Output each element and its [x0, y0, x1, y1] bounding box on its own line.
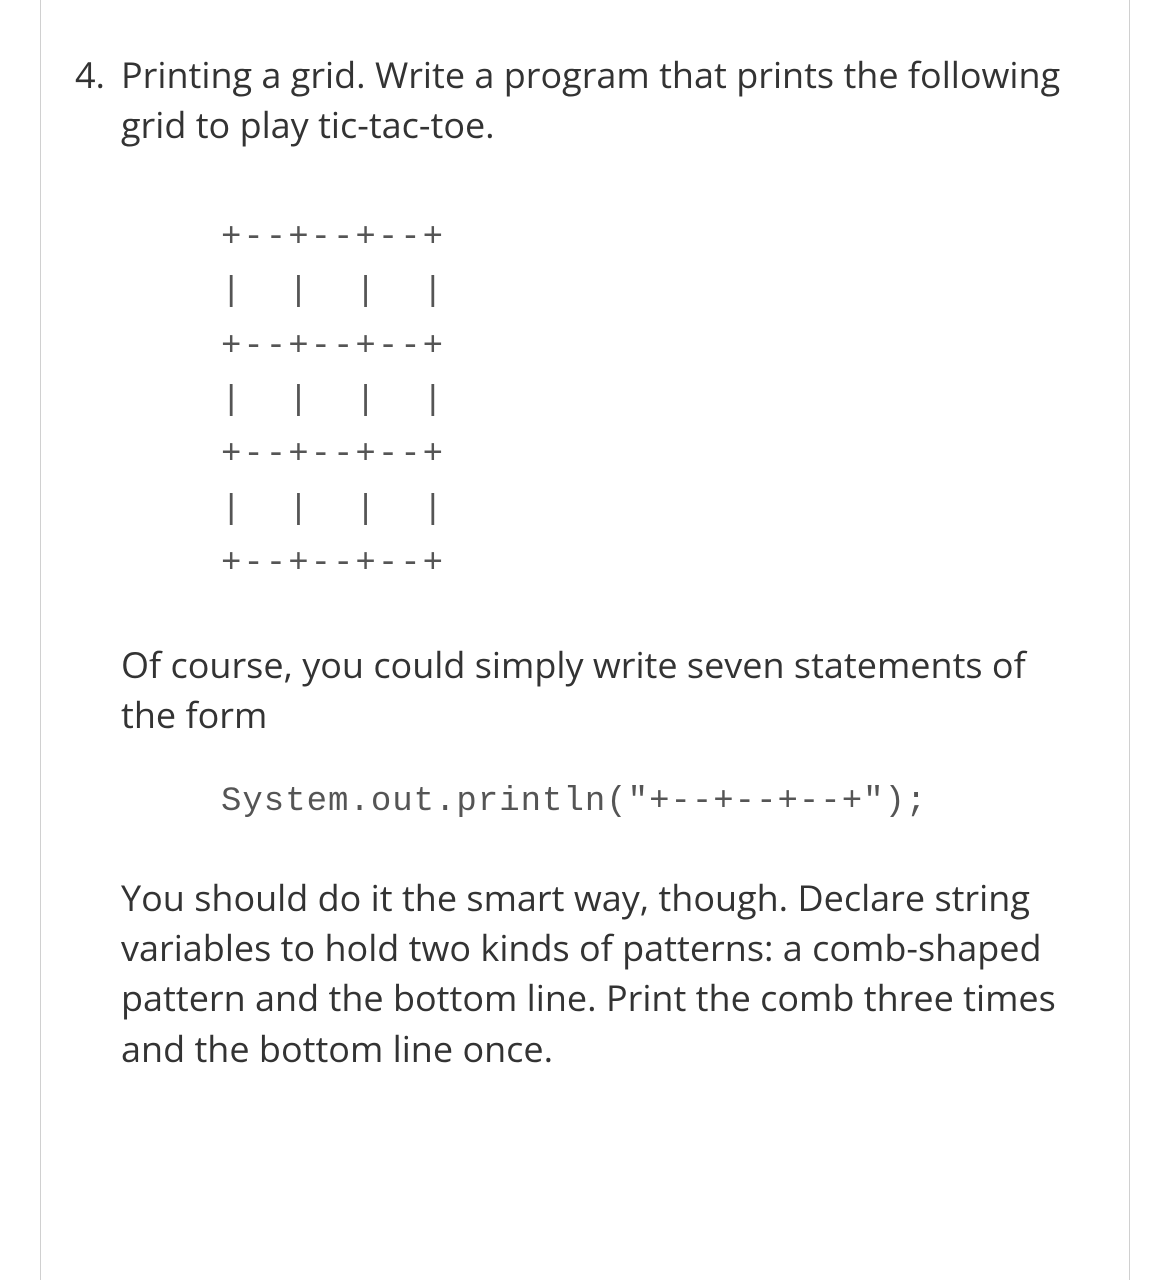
grid-line-0: +--+--+--+	[221, 219, 445, 257]
grid-line-3: | | | |	[221, 382, 445, 420]
grid-output: +--+--+--+ | | | | +--+--+--+ | | | | +-…	[121, 151, 1079, 632]
grid-line-1: | | | |	[221, 273, 445, 311]
grid-line-4: +--+--+--+	[221, 436, 445, 474]
code-sample: System.out.println("+--+--+--+");	[121, 740, 1079, 864]
middle-text: Of course, you could simply write seven …	[121, 640, 1079, 741]
problem-item: 4. Printing a grid. Write a program that…	[61, 50, 1079, 1074]
problem-intro: Printing a grid. Write a program that pr…	[121, 50, 1079, 151]
grid-line-2: +--+--+--+	[221, 328, 445, 366]
grid-line-5: | | | |	[221, 491, 445, 529]
problem-content: Printing a grid. Write a program that pr…	[121, 50, 1079, 1074]
conclusion-text: You should do it the smart way, though. …	[121, 873, 1079, 1075]
document-container: 4. Printing a grid. Write a program that…	[40, 0, 1130, 1280]
grid-line-6: +--+--+--+	[221, 545, 445, 583]
problem-number: 4.	[61, 50, 121, 100]
